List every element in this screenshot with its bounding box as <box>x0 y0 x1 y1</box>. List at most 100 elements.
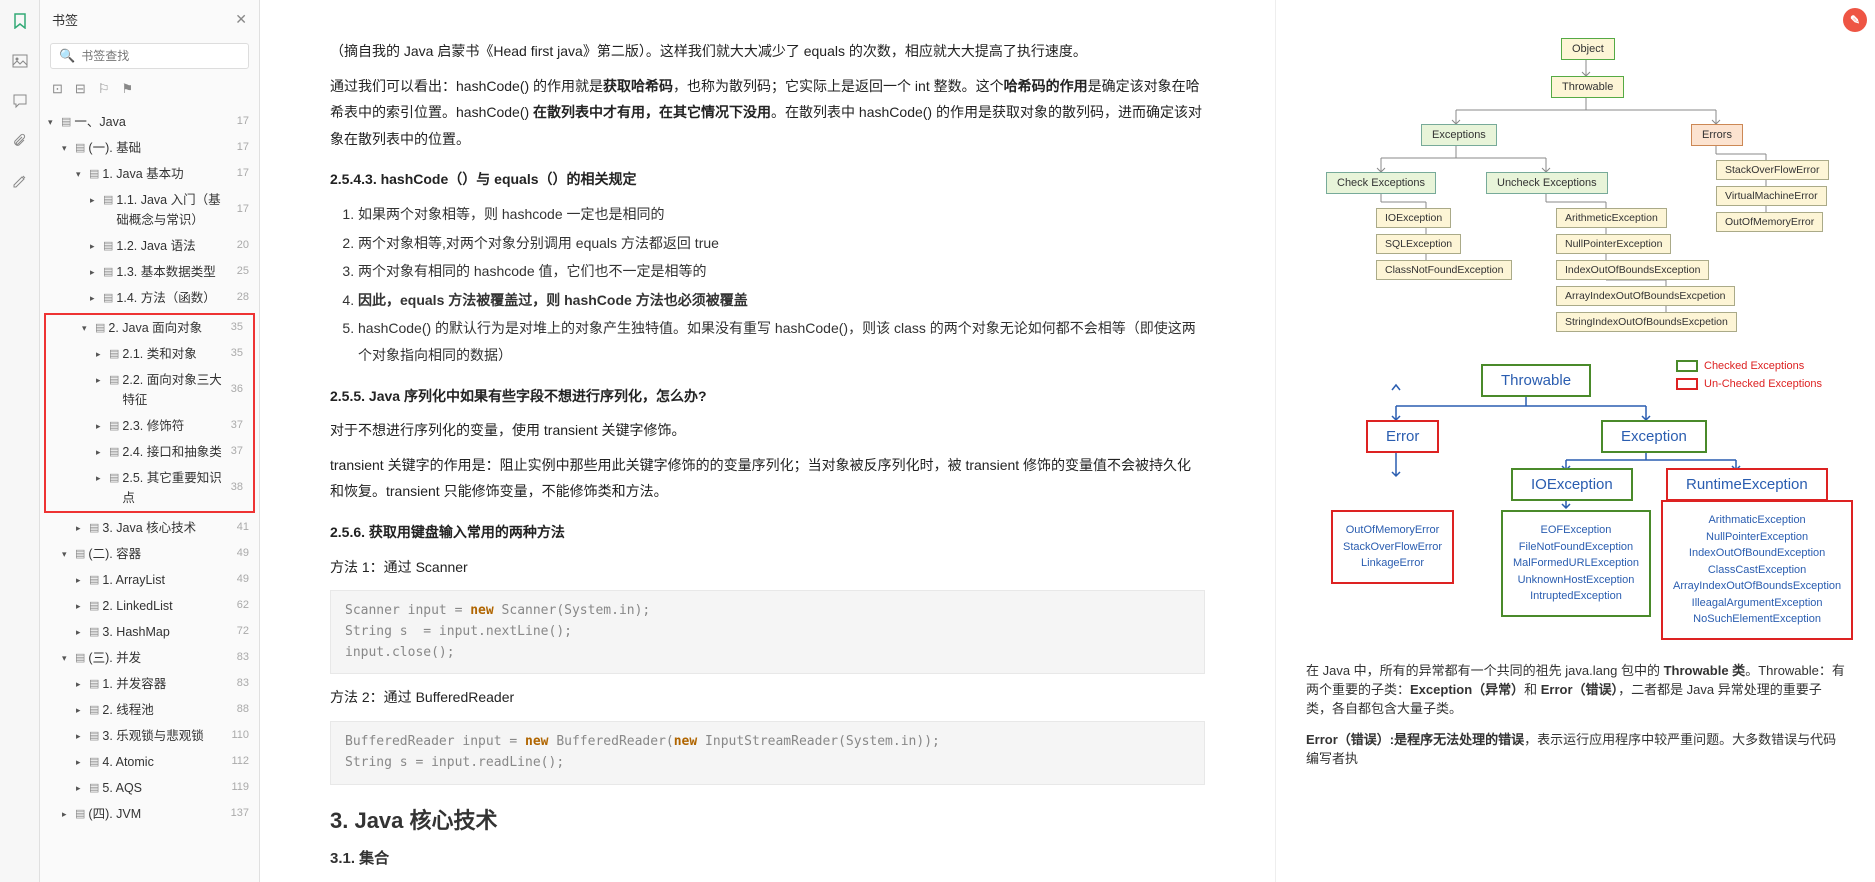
tree-item[interactable]: ▸▤3. Java 核心技术41 <box>40 515 259 541</box>
caret-icon[interactable]: ▸ <box>76 755 86 769</box>
tree-item[interactable]: ▸▤3. HashMap72 <box>40 619 259 645</box>
tree-item[interactable]: ▸▤1.2. Java 语法20 <box>40 233 259 259</box>
caret-icon[interactable]: ▾ <box>62 651 72 665</box>
diagram-node: StackOverFlowError <box>1716 160 1829 180</box>
caret-icon[interactable]: ▸ <box>90 265 100 279</box>
tree-item[interactable]: ▾▤一、Java17 <box>40 109 259 135</box>
diagram-node: Check Exceptions <box>1326 172 1436 194</box>
caret-icon[interactable]: ▾ <box>82 321 92 335</box>
caret-icon[interactable]: ▸ <box>76 781 86 795</box>
caret-icon[interactable]: ▸ <box>90 291 100 305</box>
doc-icon: ▤ <box>109 418 119 436</box>
doc-icon: ▤ <box>95 320 105 338</box>
tree-item[interactable]: ▸▤1.1. Java 入门（基础概念与常识）17 <box>40 187 259 233</box>
caret-icon[interactable]: ▸ <box>96 445 106 459</box>
close-icon[interactable]: ✕ <box>235 11 247 28</box>
bookmark-search[interactable]: 🔍 <box>50 43 249 69</box>
tree-item[interactable]: ▸▤1.4. 方法（函数）28 <box>40 285 259 311</box>
page-number: 28 <box>231 289 249 307</box>
paragraph: 方法 1：通过 Scanner <box>330 554 1205 581</box>
caret-icon[interactable]: ▸ <box>96 419 106 433</box>
list-item: 如果两个对象相等，则 hashcode 一定也是相同的 <box>358 201 1205 228</box>
doc-icon: ▤ <box>89 520 99 538</box>
caret-icon[interactable]: ▸ <box>96 373 106 387</box>
tree-item[interactable]: ▾▤1. Java 基本功17 <box>40 161 259 187</box>
tree-item[interactable]: ▸▤2.2. 面向对象三大特征36 <box>46 367 253 413</box>
doc-icon: ▤ <box>75 140 85 158</box>
tree-item[interactable]: ▾▤(二). 容器49 <box>40 541 259 567</box>
caret-icon[interactable]: ▸ <box>76 729 86 743</box>
sidebar-title: 书签 <box>52 10 78 29</box>
bookmark-tree: ▾▤一、Java17▾▤(一). 基础17▾▤1. Java 基本功17▸▤1.… <box>40 105 259 882</box>
floating-action-button[interactable]: ✎ <box>1843 8 1867 32</box>
page-number: 17 <box>231 165 249 183</box>
tree-item[interactable]: ▸▤3. 乐观锁与悲观锁110 <box>40 723 259 749</box>
caret-icon[interactable]: ▸ <box>90 193 100 207</box>
bookmark-icon[interactable] <box>11 12 29 30</box>
tree-item[interactable]: ▾▤(一). 基础17 <box>40 135 259 161</box>
tool-flag-icon[interactable]: ⚑ <box>121 81 133 97</box>
tree-item[interactable]: ▾▤(三). 并发83 <box>40 645 259 671</box>
tree-label: 1. 并发容器 <box>102 674 166 694</box>
doc-icon: ▤ <box>109 372 119 390</box>
bookmarks-sidebar: 书签 ✕ 🔍 ⊡ ⊟ ⚐ ⚑ ▾▤一、Java17▾▤(一). 基础17▾▤1.… <box>40 0 260 882</box>
diagram-node: Error <box>1366 420 1439 453</box>
search-input[interactable] <box>81 49 240 63</box>
tree-item[interactable]: ▸▤2. LinkedList62 <box>40 593 259 619</box>
list-item: 两个对象相等,对两个对象分别调用 equals 方法都返回 true <box>358 230 1205 257</box>
caret-icon[interactable]: ▸ <box>76 625 86 639</box>
attachment-icon[interactable] <box>11 132 29 150</box>
diagram-node: ClassNotFoundException <box>1376 260 1512 280</box>
code-block: BufferedReader input = new BufferedReade… <box>330 721 1205 785</box>
caret-icon[interactable]: ▸ <box>62 807 72 821</box>
tree-label: 2. LinkedList <box>102 596 172 616</box>
tree-label: 1.2. Java 语法 <box>116 236 195 256</box>
diagram-node: OutOfMemoryError StackOverFlowError Link… <box>1331 510 1454 584</box>
tree-item[interactable]: ▸▤2.3. 修饰符37 <box>46 413 253 439</box>
diagram-node: IOException <box>1511 468 1633 501</box>
caret-icon[interactable]: ▸ <box>90 239 100 253</box>
tree-item[interactable]: ▸▤2.5. 其它重要知识点38 <box>46 465 253 511</box>
tree-label: 1. Java 基本功 <box>102 164 183 184</box>
caret-icon[interactable]: ▸ <box>76 573 86 587</box>
page-number: 137 <box>225 805 249 823</box>
paragraph: 通过我们可以看出：hashCode() 的作用就是获取哈希码，也称为散列码；它实… <box>330 73 1205 153</box>
tree-item[interactable]: ▸▤2.1. 类和对象35 <box>46 341 253 367</box>
caret-icon[interactable]: ▸ <box>96 471 106 485</box>
tree-label: 2.5. 其它重要知识点 <box>122 468 224 508</box>
caret-icon[interactable]: ▸ <box>76 703 86 717</box>
tree-label: 3. 乐观锁与悲观锁 <box>102 726 203 746</box>
tree-item[interactable]: ▸▤4. Atomic112 <box>40 749 259 775</box>
tree-label: 2.3. 修饰符 <box>122 416 184 436</box>
tree-item[interactable]: ▸▤(四). JVM137 <box>40 801 259 827</box>
paragraph: 对于不想进行序列化的变量，使用 transient 关键字修饰。 <box>330 417 1205 444</box>
tool-collapse-icon[interactable]: ⊡ <box>52 81 63 97</box>
tree-item[interactable]: ▸▤2.4. 接口和抽象类37 <box>46 439 253 465</box>
caret-icon[interactable]: ▸ <box>76 521 86 535</box>
tool-bookmark-icon[interactable]: ⚐ <box>98 81 110 97</box>
caret-icon[interactable]: ▸ <box>96 347 106 361</box>
doc-icon: ▤ <box>103 290 113 308</box>
caret-icon[interactable]: ▾ <box>76 167 86 181</box>
heading-2: 3. Java 核心技术 <box>330 803 1205 835</box>
tree-item[interactable]: ▾▤2. Java 面向对象35 <box>46 315 253 341</box>
tree-item[interactable]: ▸▤1. 并发容器83 <box>40 671 259 697</box>
tree-item[interactable]: ▸▤1. ArrayList49 <box>40 567 259 593</box>
tree-item[interactable]: ▸▤5. AQS119 <box>40 775 259 801</box>
edit-icon[interactable] <box>11 172 29 190</box>
caret-icon[interactable]: ▾ <box>62 547 72 561</box>
caret-icon[interactable]: ▾ <box>48 115 58 129</box>
doc-icon: ▤ <box>89 702 99 720</box>
tree-item[interactable]: ▸▤1.3. 基本数据类型25 <box>40 259 259 285</box>
tool-expand-icon[interactable]: ⊟ <box>75 81 86 97</box>
section-heading: 2.5.6. 获取用键盘输入常用的两种方法 <box>330 519 1205 546</box>
comment-icon[interactable] <box>11 92 29 110</box>
page-number: 17 <box>231 201 249 219</box>
tree-item[interactable]: ▸▤2. 线程池88 <box>40 697 259 723</box>
caret-icon[interactable]: ▾ <box>62 141 72 155</box>
paragraph: 在 Java 中，所有的异常都有一个共同的祖先 java.lang 包中的 Th… <box>1306 660 1845 717</box>
caret-icon[interactable]: ▸ <box>76 599 86 613</box>
image-icon[interactable] <box>11 52 29 70</box>
caret-icon[interactable]: ▸ <box>76 677 86 691</box>
tree-label: 2. Java 面向对象 <box>108 318 202 338</box>
